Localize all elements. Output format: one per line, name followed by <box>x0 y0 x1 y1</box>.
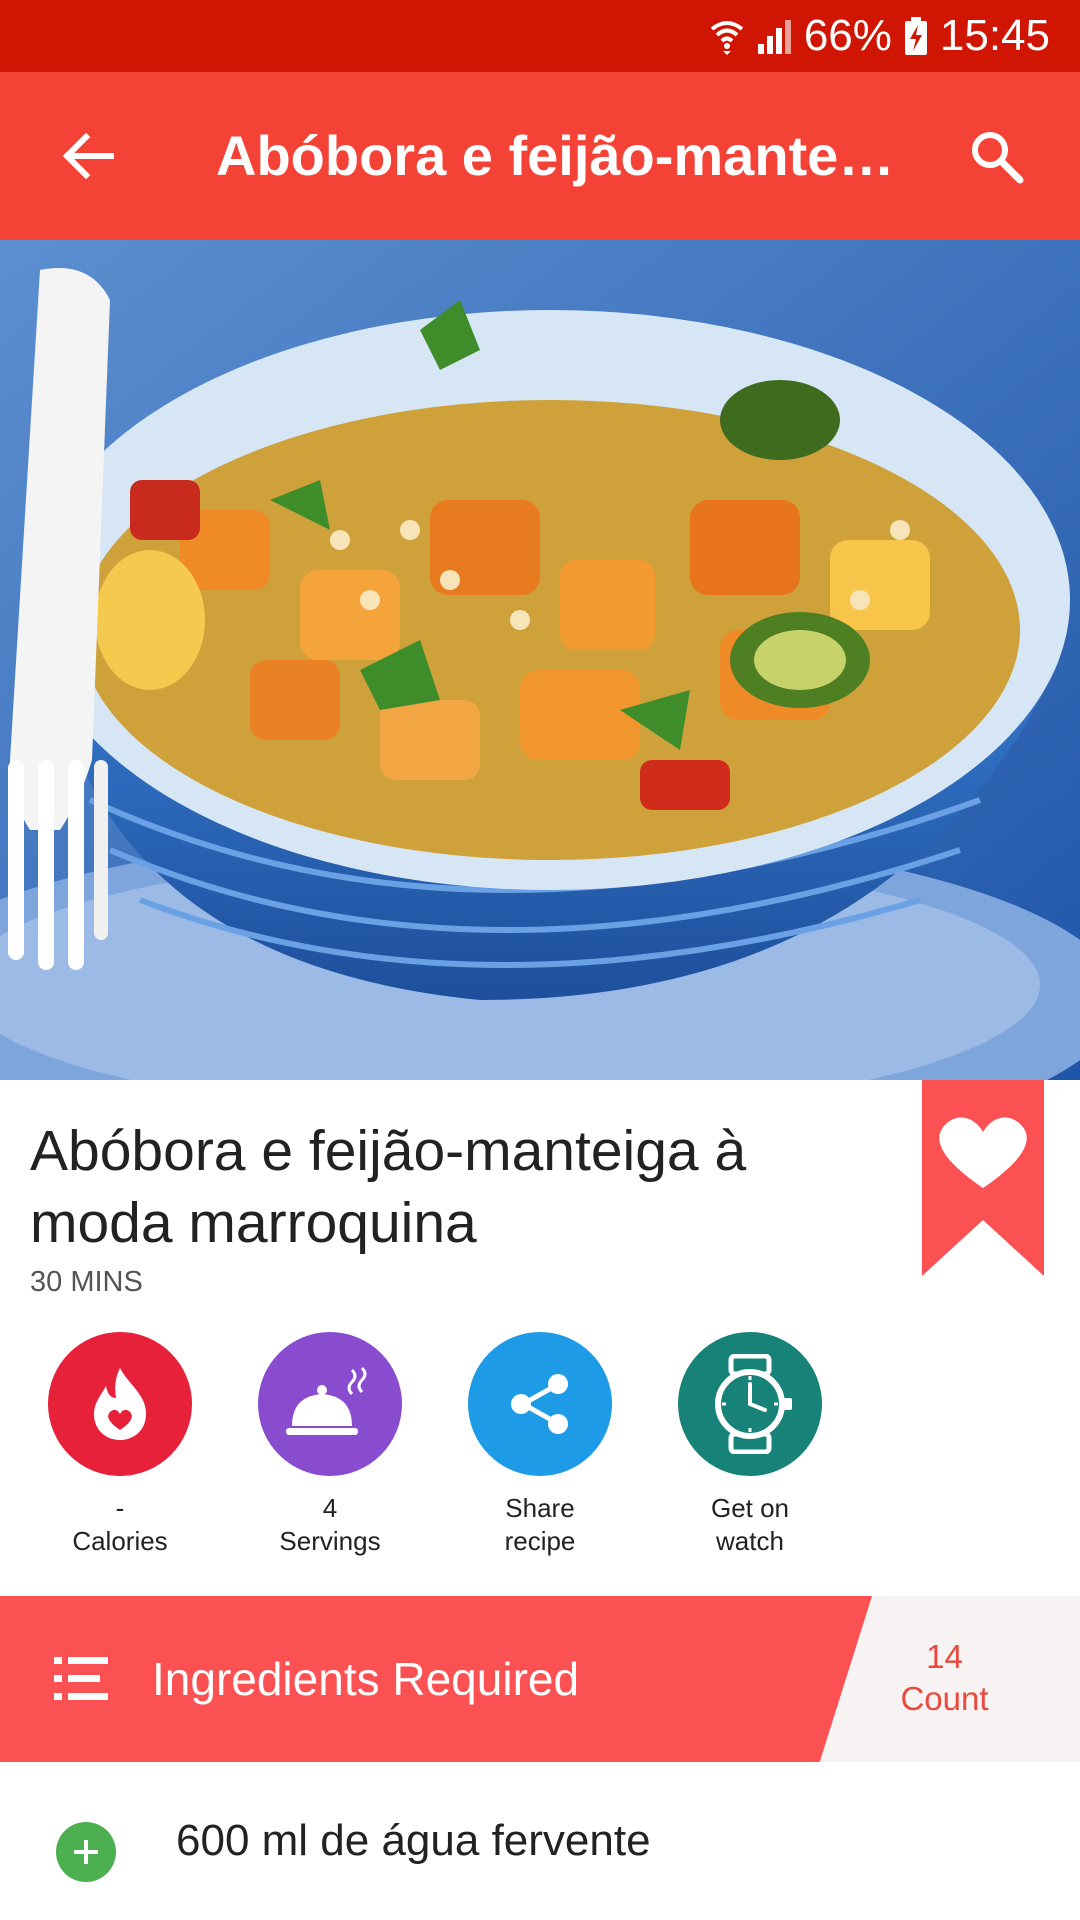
arrow-back-icon <box>62 133 114 179</box>
cloche-icon <box>258 1332 402 1476</box>
ingredients-count-value: 14 <box>926 1638 963 1675</box>
calories-label: Calories <box>72 1526 168 1556</box>
calories-value: - <box>115 1493 125 1523</box>
servings-action[interactable]: 4 Servings <box>230 1332 430 1558</box>
watch-label-line2: watch <box>716 1526 784 1556</box>
ingredient-text: 600 ml de água fervente <box>176 1816 651 1865</box>
servings-value: 4 <box>322 1493 338 1523</box>
ingredients-count: 14 Count <box>872 1636 1017 1720</box>
get-on-watch-action[interactable]: Get on watch <box>650 1332 850 1558</box>
status-bar: 66% 15:45 <box>0 0 1080 72</box>
back-button[interactable] <box>44 112 132 200</box>
clock-time: 15:45 <box>939 11 1050 60</box>
list-icon <box>54 1657 108 1700</box>
calories-flame-icon <box>48 1332 192 1476</box>
ingredients-header-label: Ingredients Required <box>152 1653 580 1705</box>
plus-icon <box>74 1840 98 1864</box>
wifi-icon <box>710 17 744 55</box>
add-ingredient-button[interactable] <box>56 1822 116 1882</box>
share-label-line2: recipe <box>504 1526 576 1556</box>
heart-bookmark-icon <box>922 1080 1044 1276</box>
battery-percent: 66% <box>803 11 892 60</box>
recipe-duration: 30 MINS <box>30 1266 143 1298</box>
favorite-bookmark-button[interactable] <box>922 1080 1044 1276</box>
share-label-line1: Share <box>505 1493 575 1523</box>
page-title: Abóbora e feijão-manteiga à moda marroqu… <box>216 124 896 187</box>
recipe-photo <box>0 240 1080 1080</box>
share-recipe-action[interactable]: Share recipe <box>440 1332 640 1558</box>
watch-label-line1: Get on <box>710 1493 790 1523</box>
ingredients-count-label: Count <box>900 1680 989 1717</box>
search-icon <box>972 132 1024 184</box>
app-bar: Abóbora e feijão-manteiga à moda marroqu… <box>0 72 1080 240</box>
search-button[interactable] <box>952 112 1040 200</box>
recipe-title: Abóbora e feijão-manteiga à moda marroqu… <box>30 1119 747 1255</box>
recipe-info: Abóbora e feijão-manteiga à moda marroqu… <box>0 1080 1080 1596</box>
ingredients-header: Ingredients Required 14 Count <box>0 1596 1080 1762</box>
share-icon <box>468 1332 612 1476</box>
list-item: 600 ml de água fervente <box>0 1762 1080 1920</box>
battery-charging-icon <box>904 17 928 55</box>
servings-label: Servings <box>279 1526 381 1556</box>
calories-action[interactable]: - Calories <box>20 1332 220 1558</box>
watch-icon <box>678 1332 822 1476</box>
signal-icon <box>756 18 792 54</box>
